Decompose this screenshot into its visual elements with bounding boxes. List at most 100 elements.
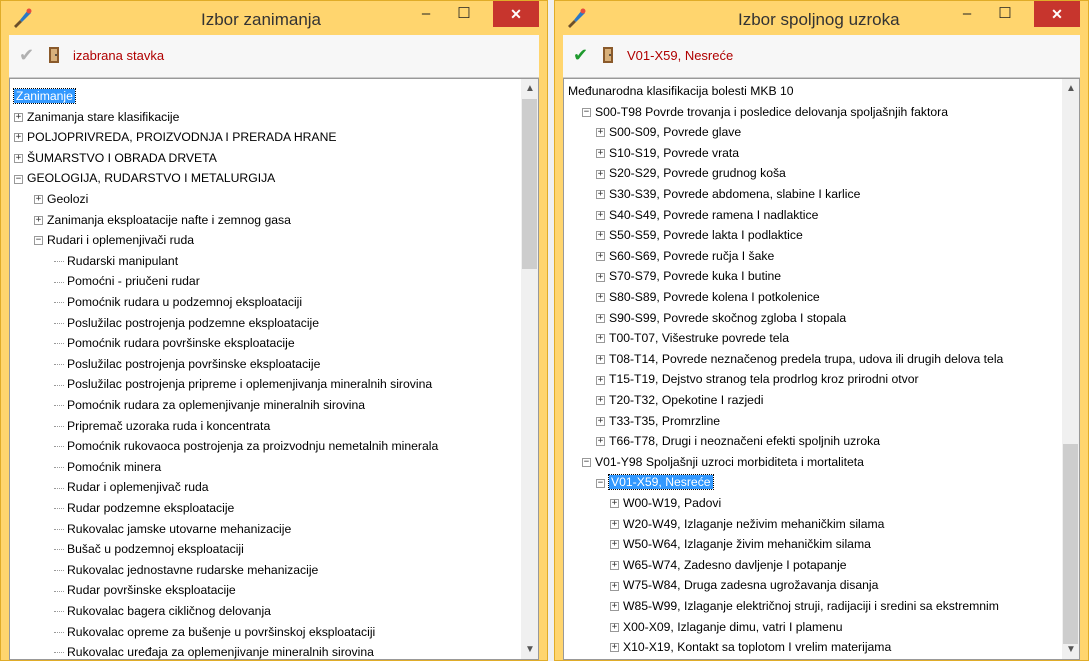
tree-item[interactable]: + W65-W74, Zadesno davljenje I potapanje xyxy=(610,555,847,576)
tree-item[interactable]: + W00-W19, Padovi xyxy=(610,493,721,514)
tree-item[interactable]: + S60-S69, Povrede ručja I šake xyxy=(596,246,774,267)
expand-icon[interactable]: + xyxy=(14,133,23,143)
expand-icon[interactable]: + xyxy=(610,540,619,550)
expand-icon[interactable]: + xyxy=(596,210,605,220)
tree-item[interactable]: + Zanimanja eksploatacije nafte i zemnog … xyxy=(34,210,291,231)
expand-icon[interactable]: + xyxy=(596,149,605,159)
expand-icon[interactable]: + xyxy=(610,622,619,632)
expand-icon[interactable]: + xyxy=(610,519,619,529)
tree-item[interactable]: + T08-T14, Povrede neznačenog predela tru… xyxy=(596,349,1003,370)
expand-icon[interactable]: + xyxy=(596,190,605,200)
title-bar[interactable]: Izbor zanimanja – ☐ ✕ xyxy=(1,1,547,35)
occupation-tree[interactable]: Zanimanje + Zanimanja stare klasifikacije +… xyxy=(9,78,539,660)
tree-item[interactable]: Rukovalac uređaja za oplemenjivanje mine… xyxy=(54,642,374,659)
vertical-scrollbar[interactable]: ▲ ▼ xyxy=(1062,79,1079,659)
tree-item[interactable]: + T66-T78, Drugi i neoznačeni efekti spol… xyxy=(596,431,880,452)
expand-icon[interactable]: + xyxy=(610,581,619,591)
tree-item[interactable]: + S90-S99, Povrede skočnog zgloba I stopa… xyxy=(596,308,846,329)
tree-item[interactable]: Rukovalac bagera cikličnog delovanja xyxy=(54,601,271,622)
expand-icon[interactable]: + xyxy=(596,272,605,282)
tree-item[interactable]: Pomoćnik rudara za oplemenjivanje minera… xyxy=(54,395,365,416)
close-button[interactable]: ✕ xyxy=(493,1,539,27)
external-cause-tree[interactable]: Međunarodna klasifikacija bolesti MKB 10… xyxy=(563,78,1080,660)
minimize-button[interactable]: – xyxy=(950,1,984,27)
tree-item[interactable]: − Rudari i oplemenjivači ruda xyxy=(34,230,194,251)
collapse-icon[interactable]: − xyxy=(34,236,43,246)
expand-icon[interactable]: + xyxy=(596,416,605,426)
tree-item[interactable]: + Geolozi xyxy=(34,189,88,210)
tree-item[interactable]: + S30-S39, Povrede abdomena, slabine I ka… xyxy=(596,184,860,205)
tree-item[interactable]: − V01-Y98 Spoljašnji uzroci morbiditeta i… xyxy=(582,452,864,473)
scroll-thumb[interactable] xyxy=(522,99,537,269)
maximize-button[interactable]: ☐ xyxy=(988,1,1022,27)
tree-item[interactable]: Pomoćnik rudara u podzemnoj eksploatacij… xyxy=(54,292,302,313)
expand-icon[interactable]: + xyxy=(596,334,605,344)
tree-item[interactable]: Rukovalac opreme za bušenje u površinsko… xyxy=(54,622,375,643)
tree-item[interactable]: + W50-W64, Izlaganje živim mehaničkim sil… xyxy=(610,534,871,555)
title-bar[interactable]: Izbor spoljnog uzroka – ☐ ✕ xyxy=(555,1,1088,35)
tree-item[interactable]: Pomoćnik rukovaoca postrojenja za proizv… xyxy=(54,436,438,457)
expand-icon[interactable]: + xyxy=(596,313,605,323)
expand-icon[interactable]: + xyxy=(596,128,605,138)
scroll-down-icon[interactable]: ▼ xyxy=(525,644,535,655)
expand-icon[interactable]: + xyxy=(14,154,23,164)
expand-icon[interactable]: + xyxy=(596,252,605,262)
expand-icon[interactable]: + xyxy=(596,396,605,406)
tree-item[interactable]: + S50-S59, Povrede lakta I podlaktice xyxy=(596,225,803,246)
tree-item[interactable]: Rudar i oplemenjivač ruda xyxy=(54,477,209,498)
exit-door-icon[interactable] xyxy=(47,46,63,64)
tree-item[interactable]: + T33-T35, Promrzline xyxy=(596,411,720,432)
tree-item[interactable]: + S10-S19, Povrede vrata xyxy=(596,143,739,164)
scroll-up-icon[interactable]: ▲ xyxy=(1066,83,1076,94)
expand-icon[interactable]: + xyxy=(596,293,605,303)
maximize-button[interactable]: ☐ xyxy=(447,1,481,27)
tree-item[interactable]: Bušač u podzemnoj eksploataciji xyxy=(54,539,244,560)
expand-icon[interactable]: + xyxy=(34,195,43,205)
tree-item[interactable]: − S00-T98 Povrde trovanja i posledice del… xyxy=(582,102,948,123)
tree-item[interactable]: + S70-S79, Povrede kuka I butine xyxy=(596,266,781,287)
tree-item[interactable]: Pripremač uzoraka ruda i koncentrata xyxy=(54,416,270,437)
tree-item[interactable]: + S40-S49, Povrede ramena I nadlaktice xyxy=(596,205,818,226)
expand-icon[interactable]: + xyxy=(34,215,43,225)
confirm-check-icon[interactable]: ✔ xyxy=(573,46,588,64)
expand-icon[interactable]: + xyxy=(610,561,619,571)
tree-item[interactable]: Rudar podzemne eksploatacije xyxy=(54,498,234,519)
tree-item[interactable]: + T20-T32, Opekotine I razjedi xyxy=(596,390,763,411)
tree-item[interactable]: Rukovalac jednostavne rudarske mehanizac… xyxy=(54,560,318,581)
collapse-icon[interactable]: − xyxy=(596,478,605,488)
vertical-scrollbar[interactable]: ▲ ▼ xyxy=(521,79,538,659)
scroll-up-icon[interactable]: ▲ xyxy=(525,83,535,94)
expand-icon[interactable]: + xyxy=(596,231,605,241)
expand-icon[interactable]: + xyxy=(610,602,619,612)
tree-item[interactable]: + S20-S29, Povrede grudnog koša xyxy=(596,163,786,184)
tree-item[interactable]: Međunarodna klasifikacija bolesti MKB 10 xyxy=(568,81,794,102)
collapse-icon[interactable]: − xyxy=(582,458,591,468)
close-button[interactable]: ✕ xyxy=(1034,1,1080,27)
tree-item[interactable]: + POLJOPRIVREDA, PROIZVODNJA I PRERADA HR… xyxy=(14,127,337,148)
expand-icon[interactable]: + xyxy=(14,112,23,122)
tree-item[interactable]: Rukovalac jamske utovarne mehanizacije xyxy=(54,519,291,540)
tree-item[interactable]: + Zanimanja stare klasifikacije xyxy=(14,107,179,128)
tree-item[interactable]: + W75-W84, Druga zadesna ugrožavanja disa… xyxy=(610,575,878,596)
collapse-icon[interactable]: − xyxy=(582,107,591,117)
tree-item[interactable]: Poslužilac postrojenja podzemne eksploat… xyxy=(54,313,319,334)
tree-item[interactable]: − GEOLOGIJA, RUDARSTVO I METALURGIJA xyxy=(14,168,275,189)
tree-item[interactable]: Pomoćni - priučeni rudar xyxy=(54,271,200,292)
minimize-button[interactable]: – xyxy=(409,1,443,27)
tree-item[interactable]: + T15-T19, Dejstvo stranog tela prodrlog … xyxy=(596,369,919,390)
tree-item[interactable]: Poslužilac postrojenja pripreme i opleme… xyxy=(54,374,432,395)
tree-item[interactable]: + ŠUMARSTVO I OBRADA DRVETA xyxy=(14,148,217,169)
tree-item[interactable]: − V01-X59, Nesreće xyxy=(596,472,714,493)
collapse-icon[interactable]: − xyxy=(14,174,23,184)
tree-item[interactable]: Rudar površinske eksploatacije xyxy=(54,580,236,601)
tree-item[interactable]: + X10-X19, Kontakt sa toplotom I vrelim m… xyxy=(610,637,891,658)
tree-item[interactable]: Poslužilac postrojenja površinske eksplo… xyxy=(54,354,320,375)
expand-icon[interactable]: + xyxy=(596,375,605,385)
tree-item[interactable]: + S00-S09, Povrede glave xyxy=(596,122,741,143)
tree-item[interactable]: + W85-W99, Izlaganje električnoj struji, … xyxy=(610,596,999,617)
tree-item[interactable]: + T00-T07, Višestruke povrede tela xyxy=(596,328,789,349)
scroll-thumb[interactable] xyxy=(1063,444,1078,644)
expand-icon[interactable]: + xyxy=(610,499,619,509)
tree-item[interactable]: Pomoćnik minera xyxy=(54,457,161,478)
expand-icon[interactable]: + xyxy=(596,169,605,179)
